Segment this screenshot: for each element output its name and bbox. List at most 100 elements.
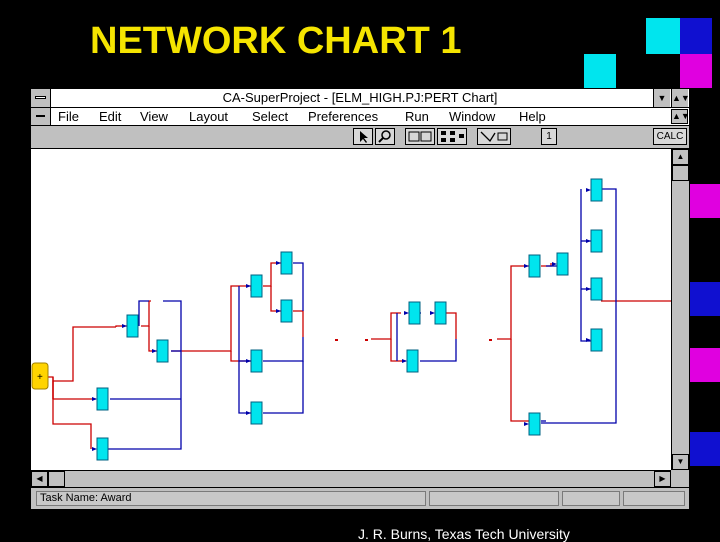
pert-chart-canvas[interactable]: + <box>31 149 671 470</box>
menu-window[interactable]: Window <box>449 109 495 124</box>
link-marker <box>365 339 368 341</box>
scroll-thumb[interactable] <box>672 165 689 181</box>
vertical-scrollbar[interactable]: ▲ ▼ <box>671 149 689 470</box>
horizontal-scrollbar[interactable]: ◀ ▶ <box>31 470 671 487</box>
dependency-link[interactable] <box>230 351 251 362</box>
dependency-link[interactable] <box>510 339 529 422</box>
maximize-button[interactable]: ▲▼ <box>671 89 690 107</box>
menu-select[interactable]: Select <box>252 109 288 124</box>
task-node[interactable] <box>280 299 293 323</box>
task-tool-button[interactable] <box>405 128 435 145</box>
dependency-link[interactable] <box>105 300 182 450</box>
link-arrow-icon <box>480 131 508 143</box>
task-node[interactable] <box>434 301 447 325</box>
arrowhead <box>122 324 127 328</box>
deco-square-cyan-2 <box>584 54 616 88</box>
arrowhead <box>92 447 97 451</box>
task-node[interactable] <box>280 251 293 275</box>
arrowhead <box>152 349 157 353</box>
task-node[interactable] <box>556 252 569 276</box>
status-bar: Task Name: Award <box>31 487 689 509</box>
dependency-link[interactable] <box>390 339 406 362</box>
task-box-icon <box>408 131 432 142</box>
zoom-tool-button[interactable] <box>375 128 395 145</box>
select-tool-button[interactable] <box>353 128 373 145</box>
window-titlebar[interactable]: CA-SuperProject - [ELM_HIGH.PJ:PERT Char… <box>31 89 690 108</box>
link-marker <box>335 339 338 341</box>
task-node[interactable] <box>250 274 263 298</box>
status-field-3 <box>562 491 620 506</box>
task-node[interactable] <box>590 328 603 352</box>
task-node[interactable] <box>408 301 421 325</box>
arrowhead <box>524 264 529 268</box>
network-layout-icon <box>441 131 464 142</box>
scroll-left-arrow[interactable]: ◀ <box>31 471 48 487</box>
task-node[interactable] <box>528 412 541 436</box>
dependency-link[interactable] <box>270 286 281 312</box>
task-node[interactable] <box>126 314 139 338</box>
arrowhead <box>246 359 251 363</box>
dependency-link[interactable] <box>541 188 617 424</box>
scroll-down-arrow[interactable]: ▼ <box>672 454 689 470</box>
dependency-link[interactable] <box>263 337 304 362</box>
document-menu-button[interactable] <box>31 108 51 125</box>
task-name-field: Task Name: Award <box>36 491 426 506</box>
arrowhead <box>92 397 97 401</box>
scroll-right-arrow[interactable]: ▶ <box>654 471 671 487</box>
task-node[interactable] <box>96 387 109 411</box>
dependency-link[interactable] <box>263 361 304 414</box>
scroll-up-arrow[interactable]: ▲ <box>672 149 689 165</box>
task-node[interactable] <box>590 178 603 202</box>
task-node[interactable] <box>528 254 541 278</box>
deco-square-magenta-3 <box>690 348 720 382</box>
dependency-link[interactable] <box>420 339 457 362</box>
menu-file[interactable]: File <box>58 109 79 124</box>
task-node[interactable] <box>156 339 169 363</box>
arrowhead <box>276 261 281 265</box>
dependency-link[interactable] <box>263 262 281 287</box>
toolbar: 1 CALC <box>31 126 689 149</box>
task-node[interactable] <box>406 349 419 373</box>
task-node[interactable] <box>590 229 603 253</box>
restore-button[interactable]: ▲▼ <box>671 109 690 124</box>
link-marker <box>489 339 492 341</box>
calc-button[interactable]: CALC <box>653 128 687 145</box>
layout-tool-button[interactable] <box>437 128 467 145</box>
dependency-link[interactable] <box>580 189 591 342</box>
dependency-link[interactable] <box>52 377 96 400</box>
link-tool-button[interactable] <box>477 128 511 145</box>
menu-edit[interactable]: Edit <box>99 109 121 124</box>
task-node[interactable] <box>250 401 263 425</box>
task-node[interactable] <box>590 277 603 301</box>
menu-view[interactable]: View <box>140 109 168 124</box>
arrow-pointer-icon <box>360 131 368 143</box>
dependency-link[interactable] <box>293 310 304 337</box>
app-window: CA-SuperProject - [ELM_HIGH.PJ:PERT Char… <box>30 88 690 510</box>
dependency-link[interactable] <box>138 300 149 326</box>
status-field-2 <box>429 491 559 506</box>
dependency-link[interactable] <box>148 326 157 352</box>
minimize-button[interactable]: ▼ <box>653 89 670 107</box>
dependency-link[interactable] <box>497 265 529 340</box>
menu-layout[interactable]: Layout <box>189 109 228 124</box>
menu-run[interactable]: Run <box>405 109 429 124</box>
scroll-thumb-h[interactable] <box>48 471 65 487</box>
dependency-link[interactable] <box>141 300 151 327</box>
dependency-link[interactable] <box>238 286 251 414</box>
arrowhead <box>404 311 409 315</box>
number-field[interactable]: 1 <box>541 128 557 145</box>
menu-help[interactable]: Help <box>519 109 546 124</box>
dependency-link[interactable] <box>293 262 304 311</box>
status-field-4 <box>623 491 685 506</box>
deco-square-cyan-1 <box>646 18 680 54</box>
task-node[interactable] <box>250 349 263 373</box>
menu-preferences[interactable]: Preferences <box>308 109 378 124</box>
pert-network: + <box>31 178 671 461</box>
dependency-link[interactable] <box>48 376 92 449</box>
window-title: CA-SuperProject - [ELM_HIGH.PJ:PERT Char… <box>222 90 498 105</box>
dependency-link[interactable] <box>446 312 457 339</box>
arrowhead <box>586 287 591 291</box>
task-node[interactable] <box>96 437 109 461</box>
slide-title: NETWORK CHART 1 <box>90 20 462 62</box>
deco-square-blue-1 <box>680 18 712 54</box>
